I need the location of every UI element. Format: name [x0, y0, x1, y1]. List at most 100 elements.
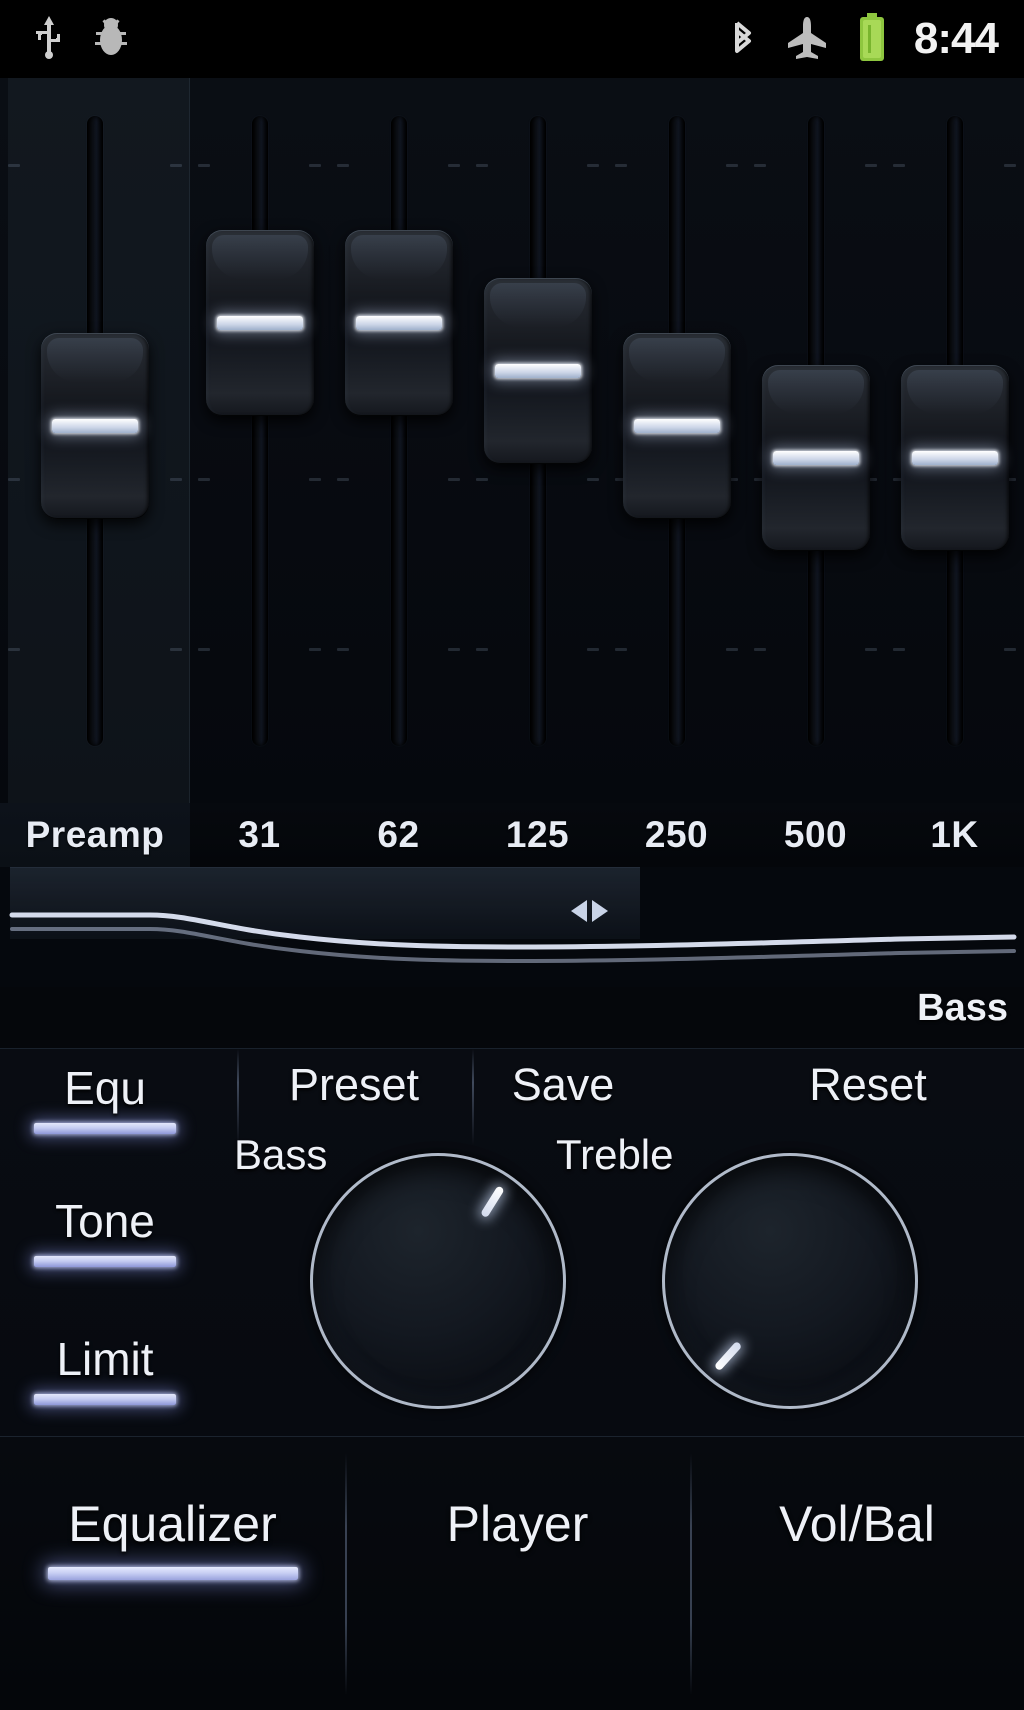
tick-mark	[337, 164, 349, 167]
tick-mark	[865, 648, 877, 651]
curve-bass-caption: Bass	[917, 987, 1008, 1029]
tick-mark	[476, 478, 488, 481]
tab-divider-1	[345, 1453, 347, 1695]
mode-tab-limit[interactable]: Limit	[0, 1332, 210, 1405]
tick-mark	[198, 478, 210, 481]
tick-mark	[865, 164, 877, 167]
slider-band-250[interactable]	[607, 78, 746, 803]
airplane-mode-icon	[784, 14, 830, 65]
tick-mark	[476, 648, 488, 651]
mode-tab-equ[interactable]: Equ	[0, 1061, 210, 1134]
tick-mark	[448, 478, 460, 481]
tick-mark	[337, 478, 349, 481]
tab-equalizer-label: Equalizer	[68, 1496, 277, 1552]
slider-band-1k[interactable]	[885, 78, 1024, 803]
tick-mark	[448, 164, 460, 167]
save-button[interactable]: Save	[480, 1059, 646, 1111]
tick-mark	[309, 648, 321, 651]
mode-tab-tone-label: Tone	[55, 1195, 155, 1247]
tick-mark	[615, 648, 627, 651]
slider-thumb-indicator	[911, 451, 998, 465]
tick-mark	[8, 648, 20, 651]
tab-player[interactable]: Player	[345, 1495, 690, 1553]
response-curve-area[interactable]	[0, 867, 1024, 987]
tick-mark	[8, 478, 20, 481]
tick-mark	[1004, 164, 1016, 167]
tick-mark	[198, 164, 210, 167]
tick-mark	[587, 478, 599, 481]
slider-groove	[390, 116, 407, 746]
tick-mark	[893, 648, 905, 651]
band-label-31: 31	[238, 814, 281, 855]
treble-knob[interactable]	[662, 1153, 918, 1409]
slider-thumb-500[interactable]	[761, 365, 870, 551]
tab-player-label: Player	[446, 1496, 589, 1552]
mode-tab-limit-label: Limit	[56, 1333, 154, 1385]
tick-mark	[754, 164, 766, 167]
slider-band-125[interactable]	[468, 78, 607, 803]
slider-thumb-preamp[interactable]	[41, 333, 149, 519]
slider-band-31[interactable]	[190, 78, 329, 803]
tick-mark	[309, 164, 321, 167]
curve-drag-handle[interactable]	[546, 887, 632, 935]
status-bar-left-icons	[0, 14, 130, 65]
tick-mark	[754, 648, 766, 651]
tick-mark	[309, 478, 321, 481]
bottom-tab-bar: Equalizer Player Vol/Bal	[0, 1436, 1024, 1710]
tick-mark	[448, 648, 460, 651]
band-label-125: 125	[505, 814, 570, 855]
slider-band-62[interactable]	[329, 78, 468, 803]
frequency-label-row: Preamp 31 62 125 250 500 1K	[0, 803, 1024, 867]
slider-thumb-indicator	[355, 316, 442, 330]
treble-knob-label: Treble	[556, 1131, 674, 1178]
slider-band-500[interactable]	[746, 78, 885, 803]
slider-thumb-31[interactable]	[205, 230, 314, 416]
mode-tab-tone[interactable]: Tone	[0, 1194, 210, 1267]
response-curve-graph	[9, 912, 1017, 964]
status-bar: 8:44	[0, 0, 1024, 78]
slider-band-preamp[interactable]	[0, 78, 190, 803]
mode-tab-equ-underline	[34, 1123, 176, 1134]
slider-thumb-indicator	[52, 419, 138, 433]
equalizer-bands	[0, 78, 1024, 803]
tick-mark	[170, 164, 182, 167]
slider-thumb-125[interactable]	[483, 278, 592, 464]
bass-knob-group: Bass	[230, 1119, 570, 1439]
mode-tab-tone-underline	[34, 1256, 176, 1267]
usb-icon	[32, 14, 66, 65]
control-panel: Preset Save Reset Equ Tone Limit Bass Tr…	[0, 1048, 1024, 1436]
tab-volbal-label: Vol/Bal	[779, 1496, 935, 1552]
tab-divider-2	[690, 1453, 692, 1695]
treble-knob-group: Treble	[556, 1119, 918, 1439]
slider-thumb-62[interactable]	[344, 230, 453, 416]
tick-mark	[170, 478, 182, 481]
bass-knob[interactable]	[310, 1153, 566, 1409]
tab-equalizer[interactable]: Equalizer	[0, 1495, 345, 1580]
battery-icon	[856, 11, 888, 68]
reset-button[interactable]: Reset	[770, 1059, 966, 1111]
tick-mark	[198, 648, 210, 651]
tick-mark	[476, 164, 488, 167]
slider-thumb-250[interactable]	[622, 333, 731, 519]
status-bar-clock: 8:44	[913, 14, 999, 63]
debug-bug-icon	[92, 14, 130, 65]
slider-thumb-1k[interactable]	[900, 365, 1009, 551]
tick-mark	[8, 164, 20, 167]
mode-tab-limit-underline	[34, 1394, 176, 1405]
equalizer-app-screen: 8:44 Preamp 31 62 125 250 500 1K Bass Pr…	[0, 0, 1024, 1710]
tab-volbal[interactable]: Vol/Bal	[690, 1495, 1024, 1553]
bluetooth-icon	[728, 13, 758, 66]
band-label-preamp: Preamp	[0, 803, 190, 867]
band-label-62: 62	[377, 814, 420, 855]
mode-tab-equ-label: Equ	[64, 1062, 146, 1114]
tick-mark	[587, 164, 599, 167]
tick-mark	[1004, 648, 1016, 651]
equalizer-slider-panel	[0, 78, 1024, 803]
preset-button[interactable]: Preset	[256, 1059, 452, 1111]
tick-mark	[170, 648, 182, 651]
band-label-500: 500	[783, 814, 848, 855]
status-bar-right-icons: 8:44	[728, 11, 1024, 68]
bass-knob-indicator	[480, 1185, 505, 1219]
slider-thumb-indicator	[216, 316, 303, 330]
slider-thumb-indicator	[633, 419, 720, 433]
